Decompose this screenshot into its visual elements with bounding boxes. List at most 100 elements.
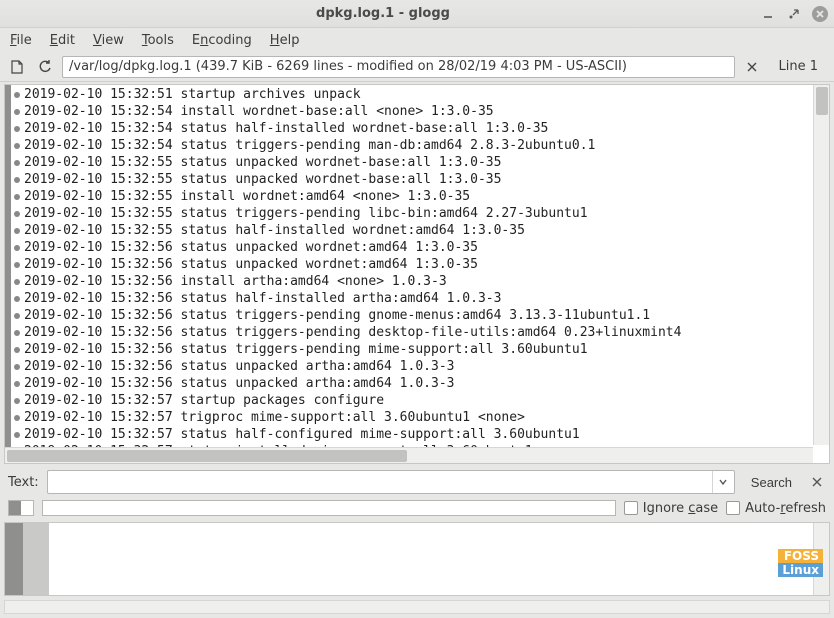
- log-line[interactable]: 2019-02-10 15:32:56 status unpacked arth…: [13, 358, 829, 375]
- menu-help[interactable]: Help: [270, 33, 300, 48]
- log-line-text: 2019-02-10 15:32:54 install wordnet-base…: [24, 103, 494, 120]
- log-line-text: 2019-02-10 15:32:56 status triggers-pend…: [24, 324, 681, 341]
- bullet-icon: [14, 398, 20, 404]
- menu-tools[interactable]: Tools: [142, 33, 174, 48]
- bullet-icon: [14, 330, 20, 336]
- file-path-field[interactable]: /var/log/dpkg.log.1 (439.7 KiB - 6269 li…: [62, 56, 735, 78]
- bullet-icon: [14, 279, 20, 285]
- log-line[interactable]: 2019-02-10 15:32:57 startup packages con…: [13, 392, 829, 409]
- bullet-icon: [14, 296, 20, 302]
- log-line[interactable]: 2019-02-10 15:32:56 status triggers-pend…: [13, 324, 829, 341]
- close-search-button[interactable]: [808, 473, 826, 491]
- options-bar: Ignore case Auto-refresh: [0, 498, 834, 522]
- log-line[interactable]: 2019-02-10 15:32:55 status triggers-pend…: [13, 205, 829, 222]
- log-line[interactable]: 2019-02-10 15:32:57 trigproc mime-suppor…: [13, 409, 829, 426]
- results-body[interactable]: [49, 523, 813, 595]
- log-line[interactable]: 2019-02-10 15:32:54 install wordnet-base…: [13, 103, 829, 120]
- bullet-icon: [14, 415, 20, 421]
- menu-file[interactable]: File: [10, 33, 32, 48]
- auto-refresh-label: Auto-refresh: [745, 501, 826, 516]
- horizontal-scrollbar[interactable]: [5, 447, 813, 463]
- menu-view[interactable]: View: [93, 33, 124, 48]
- log-line[interactable]: 2019-02-10 15:32:54 status half-installe…: [13, 120, 829, 137]
- open-file-button[interactable]: [6, 56, 28, 78]
- bullet-icon: [14, 92, 20, 98]
- horizontal-scrollbar-thumb[interactable]: [7, 450, 407, 462]
- results-gutter-secondary: [23, 523, 49, 595]
- menu-edit[interactable]: Edit: [50, 33, 75, 48]
- results-vertical-scrollbar[interactable]: [813, 523, 829, 595]
- line-indicator: Line 1: [769, 59, 829, 74]
- overview-minimap[interactable]: [8, 500, 34, 516]
- bullet-icon: [14, 160, 20, 166]
- log-line-text: 2019-02-10 15:32:55 status triggers-pend…: [24, 205, 588, 222]
- log-view[interactable]: 2019-02-10 15:32:51 startup archives unp…: [4, 84, 830, 464]
- checkbox-box: [624, 501, 638, 515]
- log-line[interactable]: 2019-02-10 15:32:56 status unpacked word…: [13, 256, 829, 273]
- ignore-case-checkbox[interactable]: Ignore case: [624, 501, 718, 516]
- log-line[interactable]: 2019-02-10 15:32:55 status unpacked word…: [13, 171, 829, 188]
- bullet-icon: [14, 211, 20, 217]
- log-line-text: 2019-02-10 15:32:57 startup packages con…: [24, 392, 384, 409]
- menu-encoding[interactable]: Encoding: [192, 33, 252, 48]
- log-line[interactable]: 2019-02-10 15:32:57 status half-configur…: [13, 426, 829, 443]
- log-line-text: 2019-02-10 15:32:55 status unpacked word…: [24, 154, 501, 171]
- bullet-icon: [14, 109, 20, 115]
- file-path-text: /var/log/dpkg.log.1 (439.7 KiB - 6269 li…: [69, 59, 627, 74]
- titlebar: dpkg.log.1 - glogg: [0, 0, 834, 28]
- log-line[interactable]: 2019-02-10 15:32:56 status triggers-pend…: [13, 341, 829, 358]
- log-lines[interactable]: 2019-02-10 15:32:51 startup archives unp…: [11, 85, 829, 463]
- maximize-button[interactable]: [786, 6, 802, 22]
- menubar: File Edit View Tools Encoding Help: [0, 28, 834, 52]
- search-input[interactable]: [48, 471, 712, 493]
- log-line[interactable]: 2019-02-10 15:32:54 status triggers-pend…: [13, 137, 829, 154]
- log-line[interactable]: 2019-02-10 15:32:56 status unpacked arth…: [13, 375, 829, 392]
- log-line-text: 2019-02-10 15:32:51 startup archives unp…: [24, 86, 361, 103]
- log-line[interactable]: 2019-02-10 15:32:51 startup archives unp…: [13, 86, 829, 103]
- log-line-text: 2019-02-10 15:32:56 status unpacked arth…: [24, 375, 454, 392]
- clear-path-button[interactable]: [741, 56, 763, 78]
- checkbox-box: [726, 501, 740, 515]
- minimize-button[interactable]: [760, 6, 776, 22]
- vertical-scrollbar-thumb[interactable]: [816, 87, 828, 115]
- bullet-icon: [14, 381, 20, 387]
- search-dropdown-button[interactable]: [712, 471, 734, 493]
- log-line-text: 2019-02-10 15:32:56 status unpacked word…: [24, 239, 478, 256]
- bullet-icon: [14, 364, 20, 370]
- log-line-text: 2019-02-10 15:32:56 status triggers-pend…: [24, 307, 650, 324]
- bullet-icon: [14, 194, 20, 200]
- auto-refresh-checkbox[interactable]: Auto-refresh: [726, 501, 826, 516]
- log-line[interactable]: 2019-02-10 15:32:55 status unpacked word…: [13, 154, 829, 171]
- log-line[interactable]: 2019-02-10 15:32:56 install artha:amd64 …: [13, 273, 829, 290]
- log-line-text: 2019-02-10 15:32:56 install artha:amd64 …: [24, 273, 447, 290]
- reload-button[interactable]: [34, 56, 56, 78]
- search-combo[interactable]: [47, 470, 735, 494]
- filter-summary-field[interactable]: [42, 500, 616, 516]
- search-button[interactable]: Search: [743, 472, 800, 493]
- results-horizontal-scrollbar[interactable]: [4, 600, 830, 614]
- bullet-icon: [14, 432, 20, 438]
- vertical-scrollbar[interactable]: [813, 85, 829, 445]
- log-line[interactable]: 2019-02-10 15:32:56 status half-installe…: [13, 290, 829, 307]
- log-line[interactable]: 2019-02-10 15:32:55 install wordnet:amd6…: [13, 188, 829, 205]
- log-line[interactable]: 2019-02-10 15:32:55 status half-installe…: [13, 222, 829, 239]
- window-title: dpkg.log.1 - glogg: [6, 6, 760, 21]
- bullet-icon: [14, 347, 20, 353]
- search-bar: Text: Search: [0, 466, 834, 498]
- bullet-icon: [14, 313, 20, 319]
- bullet-icon: [14, 126, 20, 132]
- bullet-icon: [14, 143, 20, 149]
- search-label: Text:: [8, 475, 39, 490]
- log-line[interactable]: 2019-02-10 15:32:56 status triggers-pend…: [13, 307, 829, 324]
- log-line[interactable]: 2019-02-10 15:32:56 status unpacked word…: [13, 239, 829, 256]
- close-button[interactable]: [812, 6, 828, 22]
- log-line-text: 2019-02-10 15:32:56 status unpacked arth…: [24, 358, 454, 375]
- ignore-case-label: Ignore case: [643, 501, 718, 516]
- log-line-text: 2019-02-10 15:32:56 status half-installe…: [24, 290, 501, 307]
- bullet-icon: [14, 262, 20, 268]
- log-line-text: 2019-02-10 15:32:56 status triggers-pend…: [24, 341, 588, 358]
- log-line-text: 2019-02-10 15:32:55 status half-installe…: [24, 222, 525, 239]
- filtered-results-view[interactable]: FOSS Linux: [4, 522, 830, 596]
- log-line-text: 2019-02-10 15:32:54 status triggers-pend…: [24, 137, 595, 154]
- log-line-text: 2019-02-10 15:32:57 trigproc mime-suppor…: [24, 409, 525, 426]
